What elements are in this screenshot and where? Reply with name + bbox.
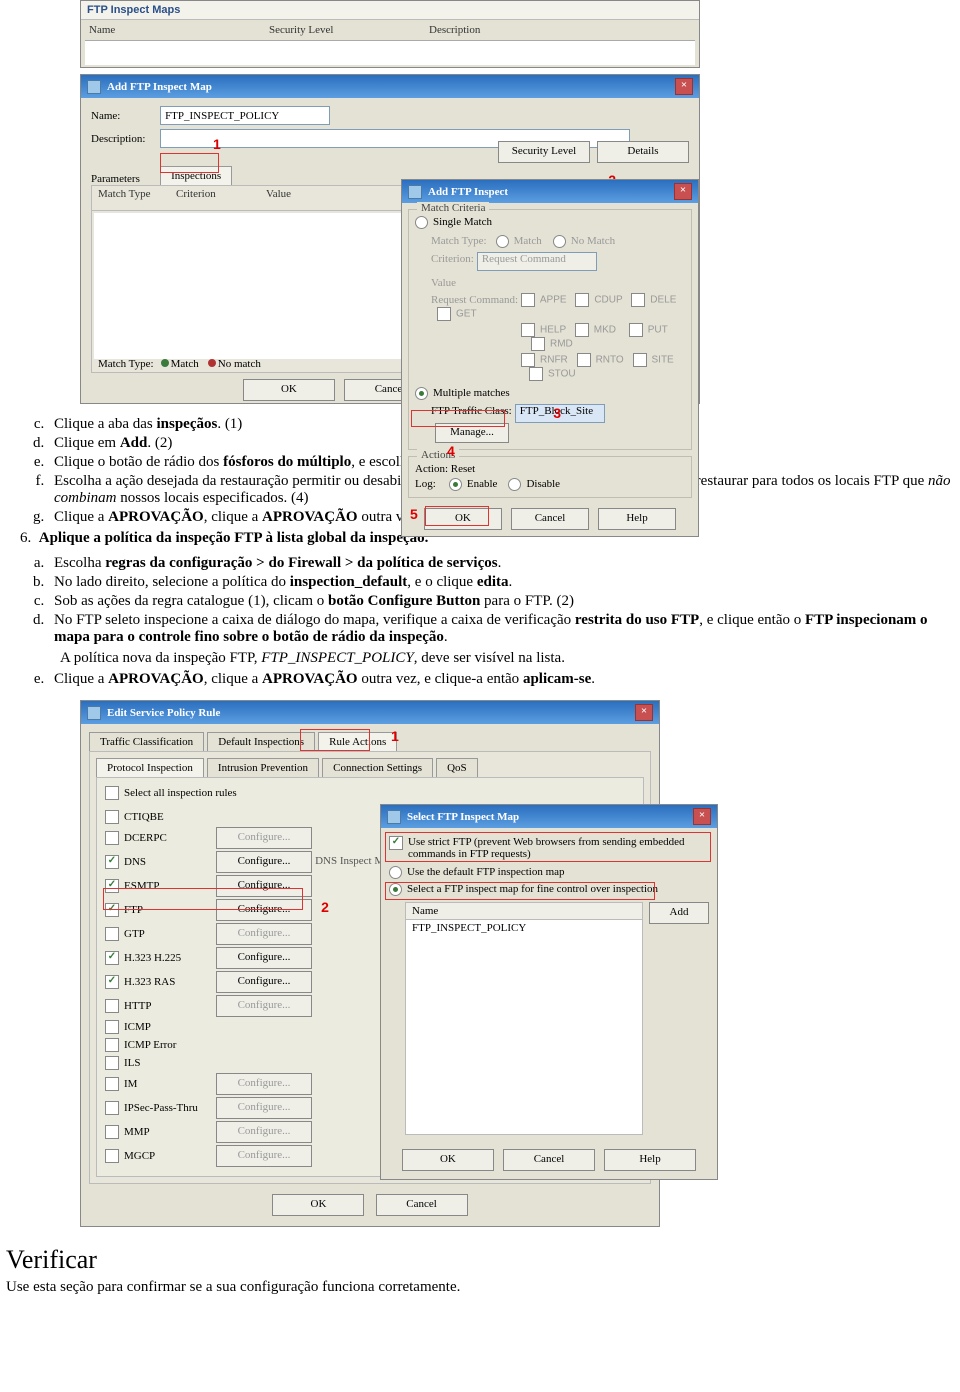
ipsec-configure: Configure... [216,1097,312,1119]
ftp-inspect-maps-window: FTP Inspect Maps Name Security Level Des… [80,0,700,68]
ok-button[interactable]: OK [243,379,335,401]
titlebar: Add FTP Inspect Map × [81,75,699,98]
app-icon [87,80,101,94]
col-description: Description [429,24,480,36]
callout-box-ra [300,729,370,751]
close-icon[interactable]: × [693,808,711,825]
dialog-titlebar: Add FTP Inspect × [402,180,698,203]
app-icon [408,185,422,199]
col-name: Name [89,24,269,36]
gtp-checkbox[interactable] [105,927,119,941]
dcerpc-configure: Configure... [216,827,312,849]
dialog-cancel-button[interactable]: Cancel [511,508,589,530]
mgcp-configure: Configure... [216,1145,312,1167]
match-criteria-group: Match Criteria Single Match Match Type: … [408,209,692,450]
nomatch-radio [553,235,566,248]
subtab-intrusion-prevention[interactable]: Intrusion Prevention [207,758,319,777]
icmperr-checkbox[interactable] [105,1038,119,1052]
app-icon [87,706,101,720]
dialog2-cancel-button[interactable]: Cancel [503,1149,595,1171]
gtp-configure: Configure... [216,923,312,945]
single-match-radio[interactable] [415,216,428,229]
callout-1: 1 [213,136,221,152]
verify-paragraph: Use esta seção para confirmar se a sua c… [6,1279,960,1296]
parameters-label: Parameters [91,173,157,185]
h323h-configure[interactable]: Configure... [216,947,312,969]
callout-s2-1: 1 [391,728,399,744]
dialog2-help-button[interactable]: Help [604,1149,696,1171]
nomatch-icon [208,359,216,367]
add-ftp-inspect-dialog: Add FTP Inspect × Match Criteria Single … [401,179,699,537]
match-type-label: Match Type: [98,358,154,370]
app-icon [387,810,401,824]
im-checkbox[interactable] [105,1077,119,1091]
close-icon[interactable]: × [635,704,653,721]
callout-box-3 [411,410,505,427]
mmp-checkbox[interactable] [105,1125,119,1139]
default-map-radio[interactable] [389,866,402,879]
log-enable-radio[interactable] [449,478,462,491]
close-icon[interactable]: × [674,183,692,200]
h323r-checkbox[interactable]: ✓ [105,975,119,989]
actions-group: Actions 4 Action: Reset Log: Enable Disa… [408,456,692,498]
tab-traffic-classification[interactable]: Traffic Classification [89,732,204,751]
dialog-help-button[interactable]: Help [598,508,676,530]
select-ftp-inspect-map-dialog: Select FTP Inspect Map × ✓Use strict FTP… [380,804,718,1180]
mmp-configure: Configure... [216,1121,312,1143]
dcerpc-checkbox[interactable] [105,831,119,845]
name-label: Name: [91,110,157,122]
description-label: Description: [91,133,157,145]
verify-heading: Verificar [6,1245,960,1275]
tab-default-inspections[interactable]: Default Inspections [207,732,315,751]
subtab-protocol-inspection[interactable]: Protocol Inspection [96,758,204,777]
add-map-button[interactable]: Add [649,902,709,924]
col-name-header: Name [405,902,643,920]
callout-s2-2: 2 [321,899,329,915]
h323h-checkbox[interactable]: ✓ [105,951,119,965]
h323r-configure[interactable]: Configure... [216,971,312,993]
dialog2-ok-button[interactable]: OK [402,1149,494,1171]
callout-box-ftp [103,888,303,910]
callout-3: 3 [553,405,561,421]
dns-checkbox[interactable]: ✓ [105,855,119,869]
col-security: Security Level [269,24,429,36]
ils-checkbox[interactable] [105,1056,119,1070]
multiple-matches-radio[interactable] [415,387,428,400]
close-icon[interactable]: × [675,78,693,95]
log-disable-radio[interactable] [508,478,521,491]
instructions-list-2: Escolha regras da configuração > do Fire… [48,555,960,646]
ctiqbe-checkbox[interactable] [105,810,119,824]
callout-box-1 [160,153,219,173]
dialog2-titlebar: Select FTP Inspect Map × [381,805,717,828]
http-checkbox[interactable] [105,999,119,1013]
policy-list[interactable]: FTP_INSPECT_POLICY [405,920,643,1135]
security-level-button[interactable]: Security Level [498,141,590,163]
icmp-checkbox[interactable] [105,1020,119,1034]
callout-box-5 [425,506,489,526]
sp-ok-button[interactable]: OK [272,1194,364,1216]
select-all-checkbox[interactable] [105,786,119,800]
ipsec-checkbox[interactable] [105,1101,119,1115]
match-radio [496,235,509,248]
callout-5: 5 [410,506,418,522]
details-button[interactable]: Details [597,141,689,163]
http-configure: Configure... [216,995,312,1017]
window-title: FTP Inspect Maps [81,1,699,20]
mgcp-checkbox[interactable] [105,1149,119,1163]
callout-box-strict [385,832,711,862]
subtab-connection-settings[interactable]: Connection Settings [322,758,433,777]
criterion-select: Request Command [477,252,597,271]
match-icon [161,359,169,367]
sp-cancel-button[interactable]: Cancel [376,1194,468,1216]
subtab-qos[interactable]: QoS [436,758,478,777]
im-configure: Configure... [216,1073,312,1095]
callout-4: 4 [447,443,455,459]
name-input[interactable] [160,106,330,125]
titlebar-2: Edit Service Policy Rule × [81,701,659,724]
instructions-list-3: Clique a APROVAÇÃO, clique a APROVAÇÃO o… [48,671,960,688]
add-ftp-inspect-map-window: Add FTP Inspect Map × Name: Description:… [80,74,700,404]
dns-configure[interactable]: Configure... [216,851,312,873]
callout-box-select [385,882,655,900]
